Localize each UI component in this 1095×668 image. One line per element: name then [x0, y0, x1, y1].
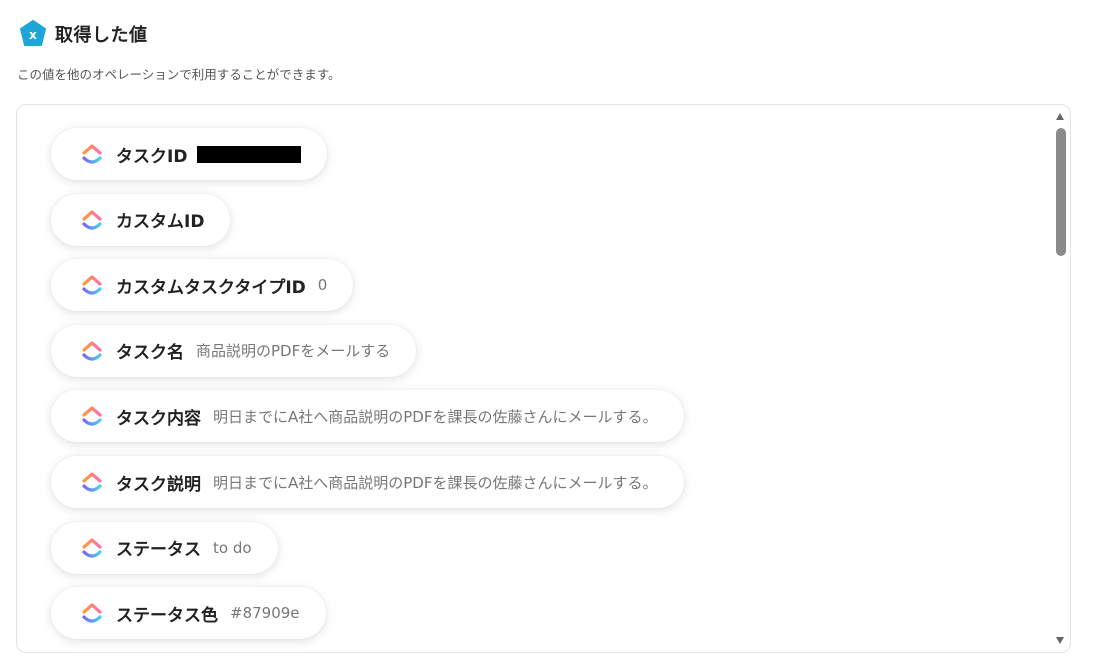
section-title: 取得した値: [55, 25, 148, 46]
value-text: 商品説明のPDFをメールする: [196, 342, 391, 361]
variable-x-icon: x: [20, 20, 46, 46]
clickup-logo-icon: [82, 144, 102, 164]
clickup-logo-icon: [82, 209, 102, 230]
value-label: タスク名: [116, 343, 184, 364]
value-label: カスタムタスクタイプID: [116, 277, 306, 298]
section-description: この値を他のオペレーションで利用することができます。: [17, 67, 341, 82]
value-item[interactable]: タスク内容 明日までにA社へ商品説明のPDFを課長の佐藤さんにメールする。: [51, 390, 684, 443]
value-text: to do: [213, 538, 252, 557]
value-label: タスク説明: [116, 474, 201, 495]
value-label: カスタムID: [116, 212, 205, 233]
clickup-logo-icon: [82, 406, 102, 426]
scroll-down-arrow-icon[interactable]: [1056, 637, 1064, 644]
value-item[interactable]: カスタムタスクタイプID 0: [51, 259, 354, 312]
section-header: x 取得した値: [19, 19, 148, 49]
value-item[interactable]: カスタムID: [51, 193, 231, 246]
value-label: ステータス: [116, 540, 201, 561]
value-item[interactable]: タスク説明 明日までにA社へ商品説明のPDFを課長の佐藤さんにメールする。: [51, 456, 684, 508]
redacted-value: [197, 145, 302, 163]
value-text: #87909e: [230, 604, 300, 623]
value-item[interactable]: タスクID: [51, 128, 328, 180]
clickup-logo-icon: [82, 603, 102, 623]
value-item[interactable]: ステータス to do: [51, 521, 278, 574]
scroll-up-arrow-icon[interactable]: [1056, 113, 1064, 120]
clickup-logo-icon: [82, 537, 102, 558]
value-text: 明日までにA社へ商品説明のPDFを課長の佐藤さんにメールする。: [213, 473, 658, 492]
value-item[interactable]: ステータス色 #87909e: [51, 587, 326, 640]
value-label: タスクID: [116, 146, 188, 167]
value-item[interactable]: タスク名 商品説明のPDFをメールする: [51, 324, 417, 377]
clickup-logo-icon: [82, 275, 102, 295]
clickup-logo-icon: [82, 341, 102, 361]
values-panel: タスクID カスタムID カスタムタスクタイプID 0 タスク名 商品説明のPD…: [16, 104, 1071, 653]
clickup-logo-icon: [82, 472, 102, 492]
scrollbar-thumb[interactable]: [1056, 128, 1066, 256]
value-label: タスク内容: [116, 408, 201, 429]
value-text: 明日までにA社へ商品説明のPDFを課長の佐藤さんにメールする。: [213, 407, 658, 426]
value-text: 0: [317, 276, 328, 295]
value-label: ステータス色: [116, 605, 218, 626]
svg-text:x: x: [29, 28, 37, 42]
